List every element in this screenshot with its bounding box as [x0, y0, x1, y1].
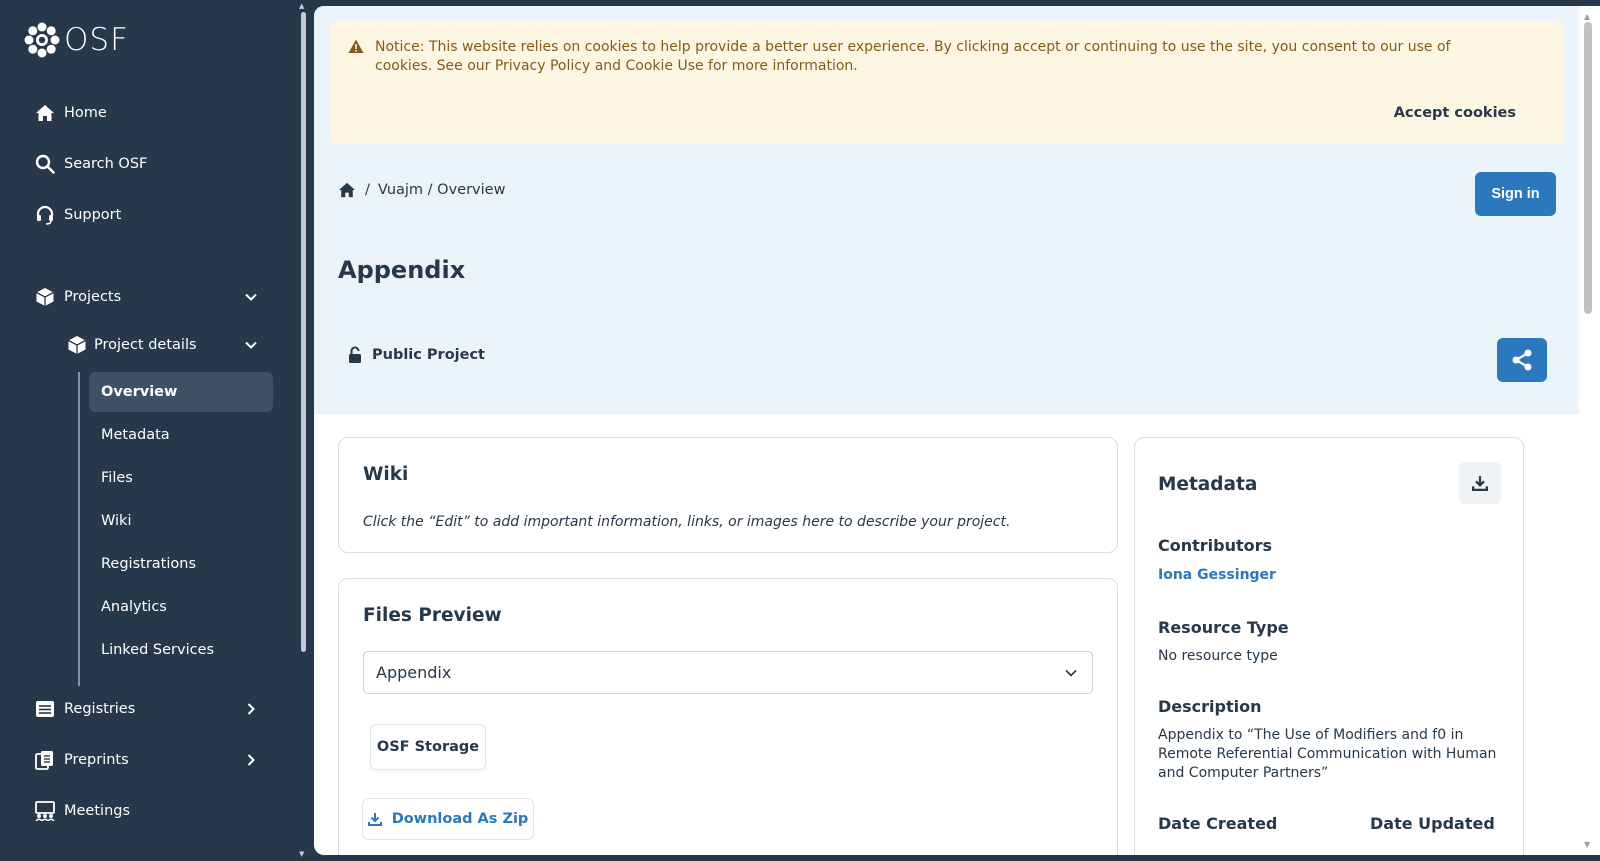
- wiki-placeholder-text: Click the “Edit” to add important inform…: [363, 514, 1011, 530]
- wiki-card: Wiki Click the “Edit” to add important i…: [338, 437, 1118, 553]
- home-icon: [34, 102, 56, 124]
- chevron-down-icon[interactable]: [244, 338, 258, 352]
- chevron-down-icon[interactable]: [244, 290, 258, 304]
- preprints-icon: [34, 749, 56, 771]
- osf-storage-button[interactable]: OSF Storage: [370, 724, 486, 770]
- page-scroll-up[interactable]: ▲: [1584, 12, 1590, 21]
- date-updated-label: Date Updated: [1370, 814, 1495, 833]
- metadata-download-button[interactable]: [1459, 462, 1501, 504]
- tree-line: [78, 372, 80, 686]
- main-content: Notice: This website relies on cookies t…: [314, 6, 1600, 855]
- resource-type-value: No resource type: [1158, 648, 1278, 664]
- sidebar-item-registrations[interactable]: Registrations: [89, 544, 273, 584]
- osf-logo[interactable]: OSF: [24, 22, 129, 58]
- share-button[interactable]: [1497, 338, 1547, 382]
- nav-projects-label: Projects: [64, 289, 122, 305]
- contributors-label: Contributors: [1158, 536, 1273, 555]
- sidebar-item-overview[interactable]: Overview: [89, 372, 273, 412]
- breadcrumb-path[interactable]: Vuajm / Overview: [378, 182, 506, 198]
- breadcrumb: / Vuajm / Overview: [338, 182, 505, 198]
- home-icon[interactable]: [338, 182, 356, 198]
- metadata-card: Metadata Contributors Iona Gessinger Res…: [1134, 437, 1524, 855]
- registries-icon: [34, 698, 56, 720]
- files-preview-title: Files Preview: [363, 605, 502, 626]
- chevron-down-icon: [1065, 669, 1077, 677]
- cube-icon: [66, 334, 88, 356]
- page-scrollbar[interactable]: [1584, 22, 1592, 314]
- download-icon: [1472, 476, 1488, 491]
- nav-meetings[interactable]: Meetings: [34, 799, 130, 823]
- files-dropdown-value: Appendix: [376, 663, 452, 682]
- nav-project-details-label: Project details: [94, 337, 197, 353]
- nav-preprints[interactable]: Preprints: [34, 748, 255, 772]
- files-preview-card: Files Preview Appendix OSF Storage Downl…: [338, 578, 1118, 855]
- breadcrumb-separator: /: [365, 182, 370, 198]
- sidebar-item-metadata[interactable]: Metadata: [89, 415, 273, 455]
- chevron-right-icon[interactable]: [244, 753, 258, 767]
- date-created-label: Date Created: [1158, 814, 1278, 833]
- visibility-label: Public Project: [372, 347, 485, 363]
- nav-preprints-label: Preprints: [64, 752, 129, 768]
- sidebar-item-analytics[interactable]: Analytics: [89, 587, 273, 627]
- nav-search-label: Search OSF: [64, 156, 148, 172]
- nav-project-details[interactable]: Project details: [66, 334, 257, 356]
- sign-in-button[interactable]: Sign in: [1475, 172, 1556, 216]
- accept-cookies-button[interactable]: Accept cookies: [1394, 104, 1516, 123]
- nav-projects[interactable]: Projects: [34, 285, 257, 309]
- metadata-title: Metadata: [1158, 474, 1258, 495]
- cookie-banner: Notice: This website relies on cookies t…: [330, 22, 1564, 144]
- sidebar-item-wiki[interactable]: Wiki: [89, 501, 273, 541]
- nav-home[interactable]: Home: [34, 101, 107, 125]
- resource-type-label: Resource Type: [1158, 618, 1289, 637]
- project-header: Notice: This website relies on cookies t…: [314, 6, 1579, 414]
- sidebar-scroll-up[interactable]: ▲: [299, 2, 304, 10]
- warning-icon: [348, 39, 364, 53]
- visibility-status: Public Project: [348, 346, 485, 364]
- nav-registries[interactable]: Registries: [34, 697, 255, 721]
- sidebar-item-linked-services[interactable]: Linked Services: [89, 630, 273, 670]
- nav-search[interactable]: Search OSF: [34, 152, 147, 176]
- nav-support-label: Support: [64, 207, 122, 223]
- download-zip-label: Download As Zip: [391, 811, 529, 827]
- nav-support[interactable]: Support: [34, 203, 121, 227]
- logo-text: OSF: [64, 22, 129, 58]
- chevron-right-icon[interactable]: [244, 702, 258, 716]
- sidebar: OSF Home Search OSF Support Projects Pro…: [0, 0, 294, 861]
- page-scroll-down[interactable]: ▼: [1584, 840, 1590, 849]
- cube-icon: [34, 286, 56, 308]
- share-icon: [1512, 349, 1532, 371]
- sidebar-scroll-down[interactable]: ▼: [299, 850, 304, 858]
- headset-icon: [34, 204, 56, 226]
- sidebar-scrollbar[interactable]: [301, 12, 306, 652]
- wiki-title: Wiki: [363, 464, 409, 485]
- download-zip-button[interactable]: Download As Zip: [362, 798, 534, 840]
- page-title: Appendix: [338, 256, 466, 284]
- download-icon: [367, 813, 382, 826]
- meetings-icon: [34, 800, 56, 822]
- osf-logo-icon: [24, 22, 60, 58]
- description-value: Appendix to “The Use of Modifiers and f0…: [1158, 727, 1497, 781]
- files-dropdown[interactable]: Appendix: [363, 651, 1093, 694]
- unlock-icon: [349, 346, 361, 363]
- description-label: Description: [1158, 697, 1262, 716]
- search-icon: [34, 153, 56, 175]
- nav-registries-label: Registries: [64, 701, 136, 717]
- nav-meetings-label: Meetings: [64, 803, 131, 819]
- nav-home-label: Home: [64, 105, 107, 121]
- contributor-link[interactable]: Iona Gessinger: [1158, 566, 1503, 585]
- sidebar-item-files[interactable]: Files: [89, 458, 273, 498]
- cookie-message: Notice: This website relies on cookies t…: [375, 39, 1451, 74]
